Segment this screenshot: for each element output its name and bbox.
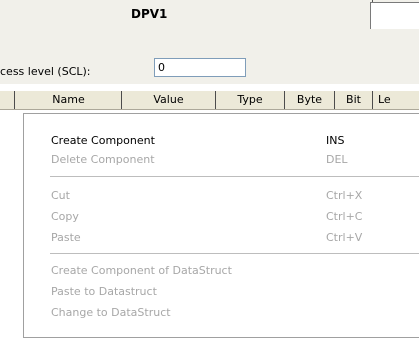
menu-item-paste[interactable]: Paste: [51, 230, 81, 245]
menu-item-delete-component[interactable]: Delete Component: [51, 152, 155, 167]
column-header-name[interactable]: Name: [16, 91, 122, 109]
context-menu: Create Component INS Delete Component DE…: [23, 113, 419, 338]
menu-item-label: Create Component of DataStruct: [51, 264, 232, 277]
menu-item-create-component-of-datastruct[interactable]: Create Component of DataStruct: [51, 263, 232, 278]
menu-item-label: Change to DataStruct: [51, 306, 171, 319]
menu-separator: [50, 176, 419, 177]
menu-item-label: Paste to Datastruct: [51, 285, 157, 298]
menu-item-paste-to-datastruct[interactable]: Paste to Datastruct: [51, 284, 157, 299]
properties-panel: DPV1 cess level (SCL):: [0, 0, 419, 84]
top-right-field[interactable]: [370, 2, 419, 29]
column-header-length[interactable]: Le: [373, 91, 419, 109]
shortcut-cut: Ctrl+X: [326, 189, 363, 202]
grid-header: Name Value Type Byte Bit Le: [0, 91, 419, 110]
column-header-byte[interactable]: Byte: [285, 91, 335, 109]
shortcut-del: DEL: [326, 153, 348, 166]
menu-item-create-component[interactable]: Create Component: [51, 133, 155, 148]
access-level-label: cess level (SCL):: [0, 65, 91, 78]
menu-item-cut[interactable]: Cut: [51, 188, 70, 203]
menu-separator: [50, 253, 419, 254]
shortcut-paste: Ctrl+V: [326, 231, 363, 244]
column-header-bit[interactable]: Bit: [335, 91, 373, 109]
menu-item-label: Copy: [51, 210, 79, 223]
access-level-input[interactable]: [154, 58, 246, 77]
menu-item-label: Cut: [51, 189, 70, 202]
panel-title: DPV1: [131, 7, 168, 21]
shortcut-ins: INS: [326, 134, 345, 147]
menu-item-copy[interactable]: Copy: [51, 209, 79, 224]
menu-item-change-to-datastruct[interactable]: Change to DataStruct: [51, 305, 171, 320]
column-header-value[interactable]: Value: [122, 91, 216, 109]
menu-item-label: Paste: [51, 231, 81, 244]
shortcut-copy: Ctrl+C: [326, 210, 363, 223]
menu-item-label: Delete Component: [51, 153, 155, 166]
column-header-type[interactable]: Type: [216, 91, 285, 109]
menu-item-label: Create Component: [51, 134, 155, 147]
